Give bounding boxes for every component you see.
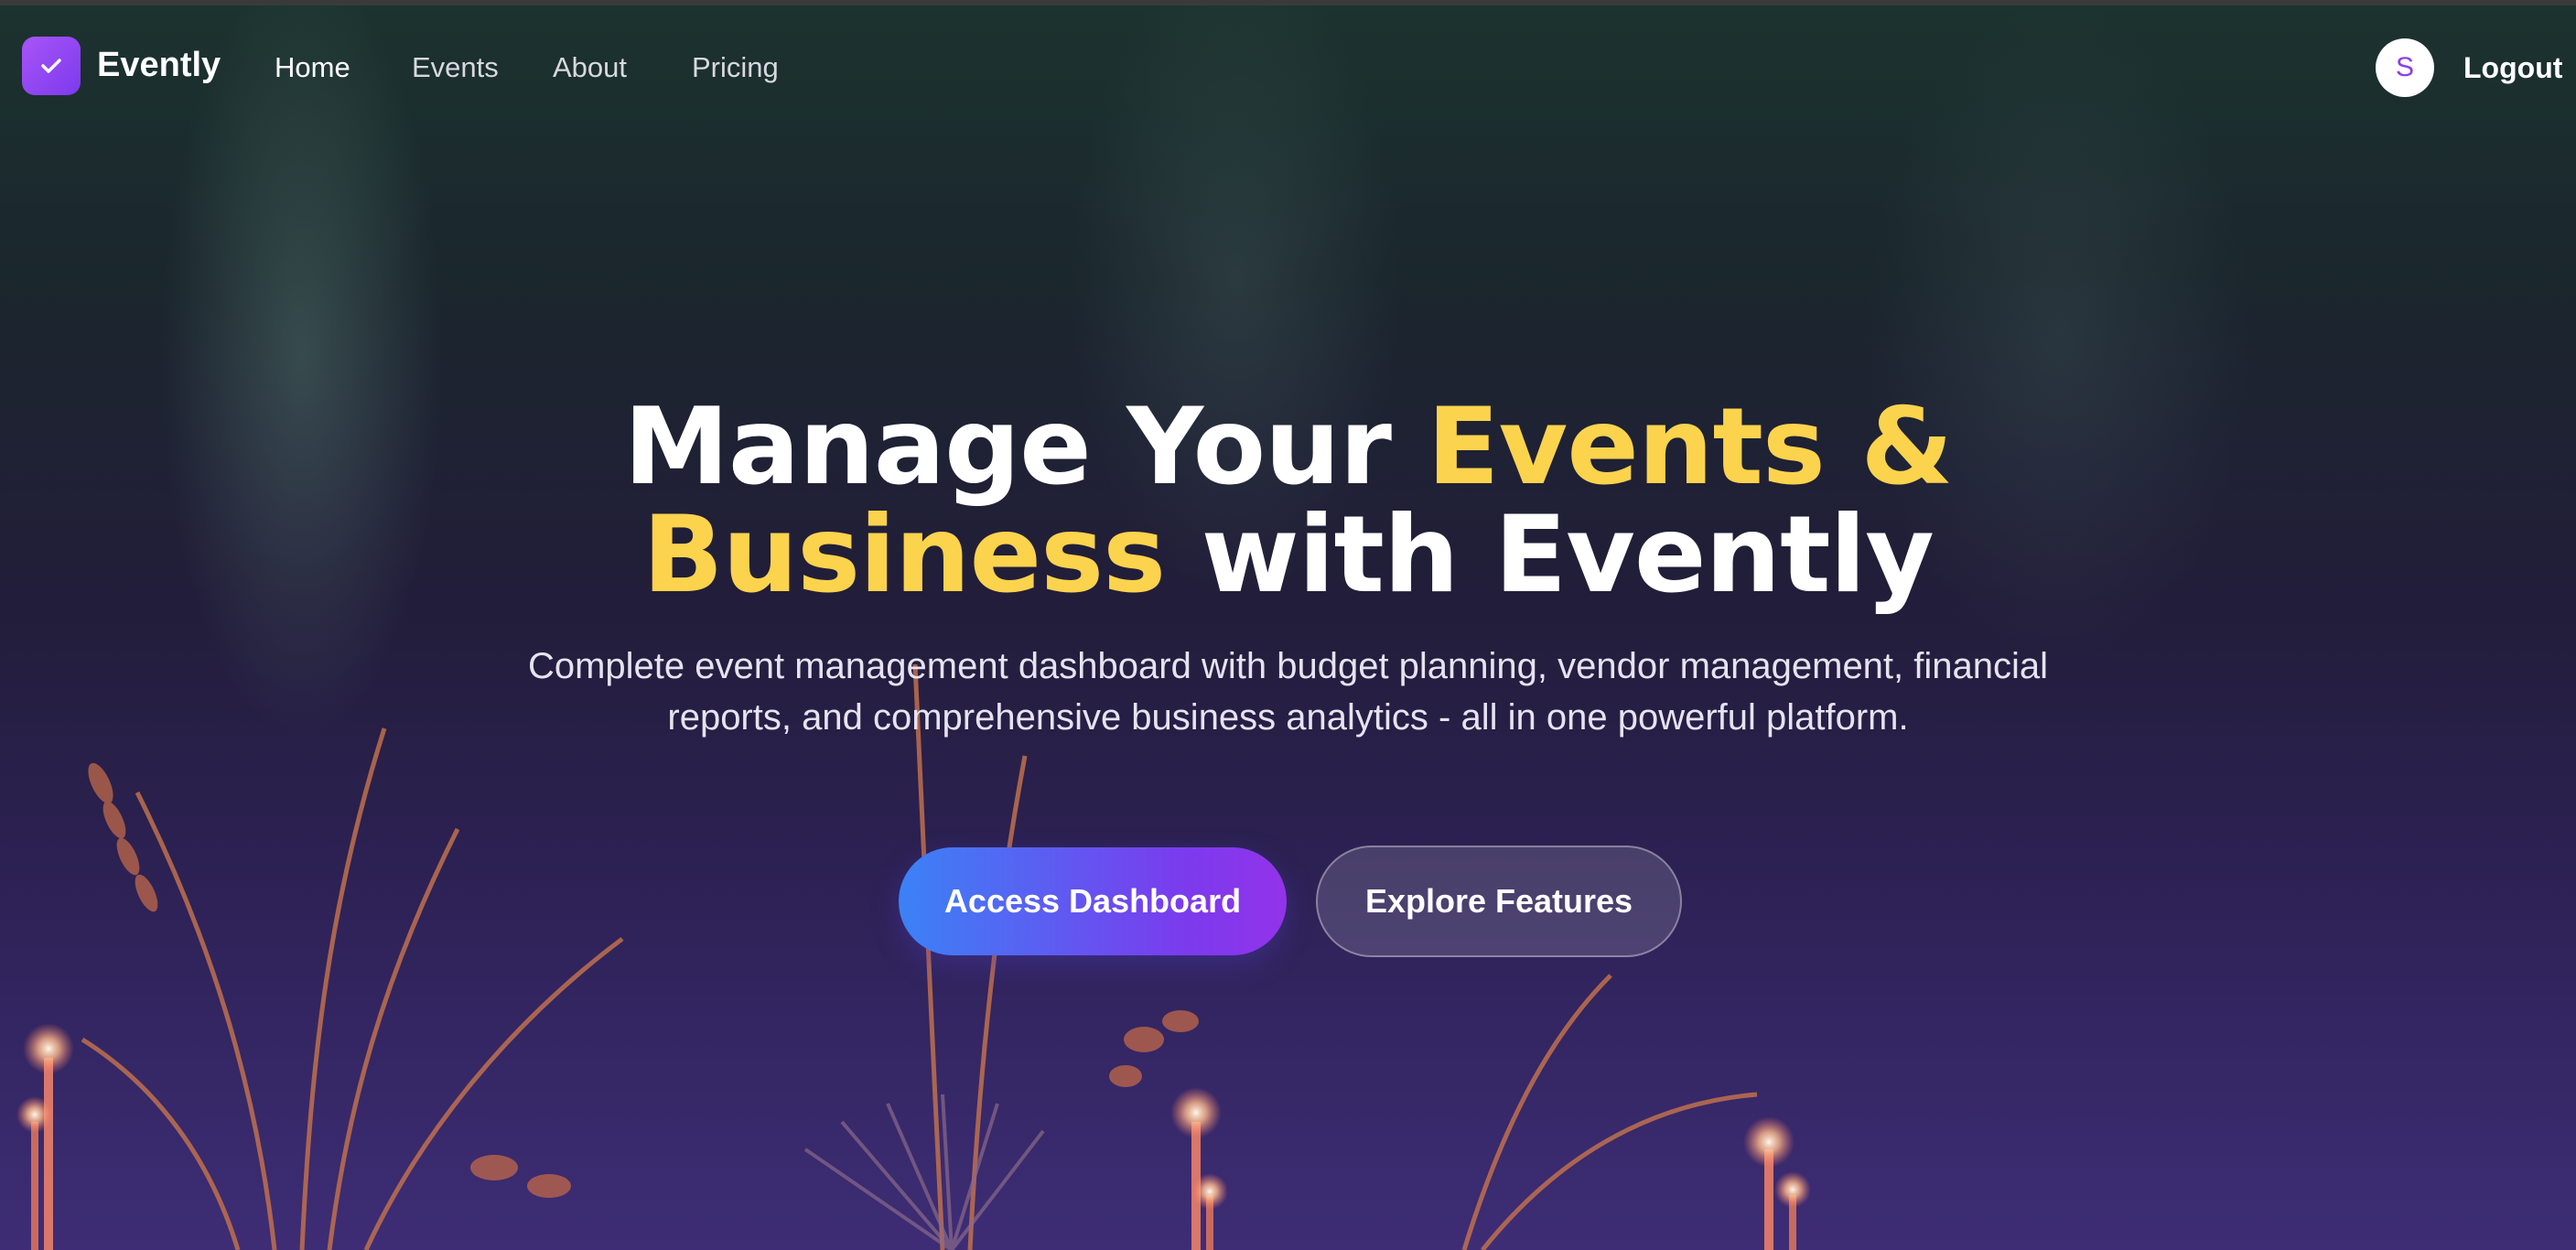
nav-link-events[interactable]: Events — [412, 51, 499, 84]
headline-highlight-business: Business — [642, 493, 1166, 617]
logout-button[interactable]: Logout — [2463, 51, 2562, 85]
hero-background — [0, 5, 2576, 1250]
check-icon — [41, 59, 61, 73]
decorative-plants-illustration — [16, 663, 1811, 1250]
nav-link-about[interactable]: About — [553, 51, 627, 84]
user-avatar[interactable]: S — [2376, 38, 2434, 97]
headline-highlight-events: Events & — [1427, 385, 1953, 509]
nav-link-pricing[interactable]: Pricing — [692, 51, 779, 84]
nav-link-home[interactable]: Home — [275, 51, 350, 84]
headline-part-1: Manage Your — [623, 385, 1428, 509]
hero-headline: Manage Your Events & Business with Event… — [0, 393, 2576, 609]
hero-subtitle: Complete event management dashboard with… — [527, 646, 2049, 738]
top-navbar: Evently Home Events About Pricing S Logo… — [0, 5, 2576, 124]
access-dashboard-button[interactable]: Access Dashboard — [899, 847, 1287, 955]
logo[interactable] — [22, 37, 81, 95]
explore-features-button[interactable]: Explore Features — [1316, 846, 1682, 957]
brand-name[interactable]: Evently — [97, 46, 221, 85]
headline-part-4: with Evently — [1165, 493, 1935, 617]
